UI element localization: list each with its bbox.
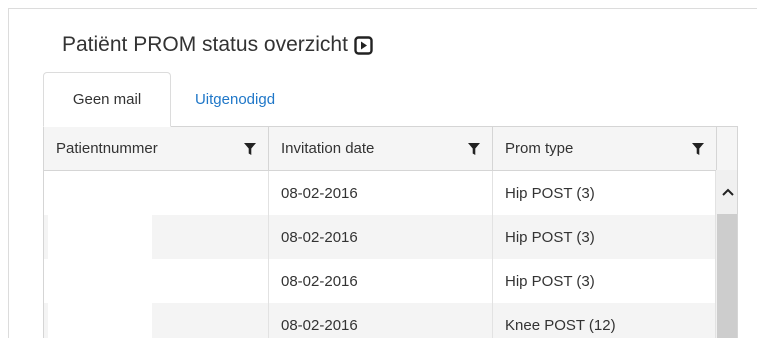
filter-icon[interactable] [244,142,256,155]
cell-invitation-date: 08-02-2016 [269,259,493,303]
table-row[interactable]: 08-02-2016 Knee POST (12) [44,303,716,338]
scroll-thumb[interactable] [717,214,737,338]
panel-header: Patiënt PROM status overzicht [62,30,373,60]
chevron-up-icon [721,188,734,196]
play-square-icon[interactable] [354,35,373,55]
filter-icon[interactable] [468,142,480,155]
cell-invitation-date: 08-02-2016 [269,215,493,259]
column-label: Patientnummer [56,140,158,157]
tab-label: Geen mail [72,91,142,108]
column-header-spacer [717,127,737,170]
tab-geen-mail[interactable]: Geen mail [43,72,171,127]
redaction [48,215,152,259]
column-label: Invitation date [281,140,375,157]
panel-title: Patiënt PROM status overzicht [62,33,348,56]
grid-header: Patientnummer Invitation date Prom type [44,127,737,171]
tab-uitgenodigd[interactable]: Uitgenodigd [171,72,299,127]
cell-patientnummer [44,171,269,215]
patient-grid: Patientnummer Invitation date Prom type … [43,126,738,338]
column-label: Prom type [505,140,574,157]
redaction [48,303,152,338]
scroll-up-button[interactable] [716,170,737,214]
column-header-invitation-date[interactable]: Invitation date [269,127,493,170]
cell-prom-type: Knee POST (12) [493,303,716,338]
vertical-scrollbar[interactable] [716,170,737,338]
cell-prom-type: Hip POST (3) [493,259,716,303]
table-row[interactable]: 08-02-2016 Hip POST (3) [44,171,716,215]
cell-invitation-date: 08-02-2016 [269,303,493,338]
tab-bar: Geen mail Uitgenodigd [43,72,743,127]
cell-prom-type: Hip POST (3) [493,215,716,259]
cell-invitation-date: 08-02-2016 [269,171,493,215]
column-header-patientnummer[interactable]: Patientnummer [44,127,269,170]
cell-prom-type: Hip POST (3) [493,171,716,215]
filter-icon[interactable] [692,142,704,155]
tab-label: Uitgenodigd [194,91,276,108]
column-header-prom-type[interactable]: Prom type [493,127,717,170]
table-row[interactable]: 08-02-2016 Hip POST (3) [44,259,716,303]
cell-patientnummer [44,259,269,303]
table-row[interactable]: 08-02-2016 Hip POST (3) [44,215,716,259]
